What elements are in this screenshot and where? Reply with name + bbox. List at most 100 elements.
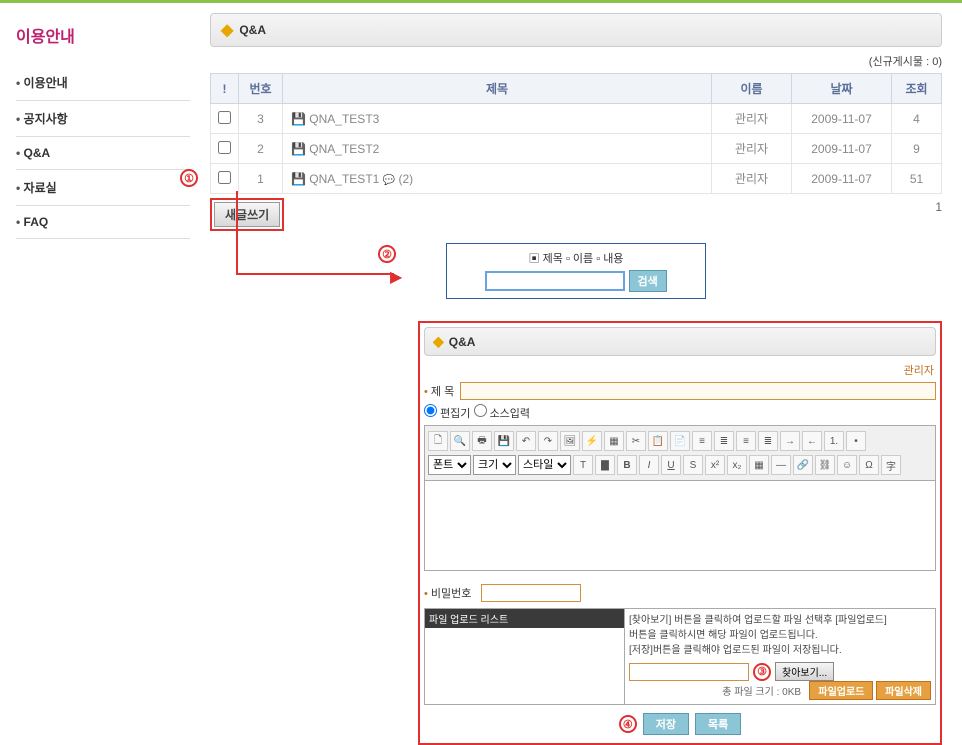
sidebar-item-faq[interactable]: FAQ (16, 206, 190, 239)
tb-outdent-icon[interactable]: ← (802, 431, 822, 451)
tb-sup-icon[interactable]: x² (705, 455, 725, 475)
sidebar-item-qna[interactable]: Q&A (16, 137, 190, 170)
search-opt-name: ▫ 이름 (566, 253, 593, 265)
tb-align-justify-icon[interactable]: ≣ (758, 431, 778, 451)
password-label: 비밀번호 (424, 585, 471, 601)
row-title-link[interactable]: QNA_TEST3 (309, 112, 379, 126)
table-row: 2 💾 QNA_TEST2 관리자 2009-11-07 9 (211, 134, 942, 164)
tb-ul-icon[interactable]: • (846, 431, 866, 451)
file-delete-button[interactable]: 파일삭제 (876, 681, 931, 700)
col-check: ! (211, 74, 239, 104)
row-date: 2009-11-07 (792, 164, 892, 194)
sidebar-item-notice[interactable]: 공지사항 (16, 101, 190, 137)
tb-copy-icon[interactable]: 📋 (648, 431, 668, 451)
tb-flash-icon[interactable]: ⚡ (582, 431, 602, 451)
tb-preview-icon[interactable]: 🔍 (450, 431, 470, 451)
sidebar-item-guide[interactable]: 이용안내 (16, 65, 190, 101)
list-button[interactable]: 목록 (695, 713, 741, 735)
author-label: 관리자 (424, 362, 936, 378)
file-path-input[interactable] (629, 663, 749, 681)
style-select[interactable]: 스타일 (518, 455, 571, 475)
col-title: 제목 (283, 74, 712, 104)
upload-file-list[interactable] (425, 628, 623, 680)
row-date: 2009-11-07 (792, 104, 892, 134)
tb-sub-icon[interactable]: x₂ (727, 455, 747, 475)
tb-ol-icon[interactable]: 1. (824, 431, 844, 451)
tb-unlink-icon[interactable]: ⛓ (815, 455, 835, 475)
arrow-line (236, 273, 394, 275)
write-post-button[interactable]: 새글쓰기 (214, 202, 280, 227)
tb-undo-icon[interactable]: ↶ (516, 431, 536, 451)
upload-help-text: [찾아보기] 버튼을 클릭하여 업로드할 파일 선택후 [파일업로드] 버튼을 … (629, 613, 931, 658)
main-content: ◆ Q&A (신규게시물 : 0) ! 번호 제목 이름 날짜 조회 3 💾 (190, 13, 962, 745)
comment-count: (2) (398, 172, 413, 186)
row-no: 2 (239, 134, 283, 164)
search-input[interactable] (485, 271, 625, 291)
radio-source[interactable]: 소스입력 (474, 408, 531, 420)
tb-char-icon[interactable]: 字 (881, 455, 901, 475)
tb-indent-icon[interactable]: → (780, 431, 800, 451)
search-panel: ▣ 제목 ▫ 이름 ▫ 내용 검색 (446, 243, 706, 299)
tb-print-icon[interactable]: 🖶 (472, 431, 492, 451)
row-no: 3 (239, 104, 283, 134)
row-name: 관리자 (712, 164, 792, 194)
tb-special-icon[interactable]: Ω (859, 455, 879, 475)
upload-list-header: 파일 업로드 리스트 (425, 609, 624, 628)
write-button-highlight: 새글쓰기 (210, 198, 284, 231)
tb-align-right-icon[interactable]: ≡ (736, 431, 756, 451)
post-table: ! 번호 제목 이름 날짜 조회 3 💾 QNA_TEST3 관리자 2009-… (210, 73, 942, 194)
step-3-marker: ③ (753, 663, 771, 681)
radio-editor[interactable]: 편집기 (424, 408, 470, 420)
book-icon: ◆ (221, 20, 233, 40)
tb-bold-icon[interactable]: B (617, 455, 637, 475)
tb-emoji-icon[interactable]: ☺ (837, 455, 857, 475)
font-select[interactable]: 폰트 (428, 455, 471, 475)
row-checkbox[interactable] (218, 111, 231, 124)
file-icon: 💾 (291, 112, 306, 126)
tb-strike-icon[interactable]: S (683, 455, 703, 475)
tb-textcolor-icon[interactable]: T (573, 455, 593, 475)
content-textarea[interactable] (424, 481, 936, 571)
row-checkbox[interactable] (218, 171, 231, 184)
tb-hr-icon[interactable]: — (771, 455, 791, 475)
tb-save-icon[interactable]: 💾 (494, 431, 514, 451)
row-checkbox[interactable] (218, 141, 231, 154)
step-2-marker: ② (378, 245, 396, 263)
tb-image-icon[interactable]: 🖼 (560, 431, 580, 451)
tb-paste-icon[interactable]: 📄 (670, 431, 690, 451)
sidebar-title: 이용안내 (16, 23, 190, 47)
tb-align-center-icon[interactable]: ≣ (714, 431, 734, 451)
row-name: 관리자 (712, 104, 792, 134)
file-upload-button[interactable]: 파일업로드 (809, 681, 873, 700)
table-row: 3 💾 QNA_TEST3 관리자 2009-11-07 4 (211, 104, 942, 134)
search-button[interactable]: 검색 (629, 270, 667, 292)
page-number: 1 (935, 200, 942, 214)
save-button[interactable]: 저장 (643, 713, 689, 735)
tb-underline-icon[interactable]: U (661, 455, 681, 475)
book-icon: ◆ (433, 333, 444, 350)
browse-button[interactable]: 찾아보기... (775, 662, 834, 681)
row-views: 51 (892, 164, 942, 194)
sidebar-item-data[interactable]: 자료실 (16, 170, 190, 206)
tb-cut-icon[interactable]: ✂ (626, 431, 646, 451)
size-select[interactable]: 크기 (473, 455, 516, 475)
tb-align-left-icon[interactable]: ≡ (692, 431, 712, 451)
file-icon: 💾 (291, 142, 306, 156)
row-title-link[interactable]: QNA_TEST2 (309, 142, 379, 156)
tb-bgcolor-icon[interactable]: ▇ (595, 455, 615, 475)
tb-italic-icon[interactable]: I (639, 455, 659, 475)
col-views: 조회 (892, 74, 942, 104)
row-date: 2009-11-07 (792, 134, 892, 164)
col-date: 날짜 (792, 74, 892, 104)
tb-table-icon[interactable]: ▦ (749, 455, 769, 475)
tb-media-icon[interactable]: ▦ (604, 431, 624, 451)
tb-redo-icon[interactable]: ↷ (538, 431, 558, 451)
title-label: 제 목 (424, 383, 454, 399)
tb-link-icon[interactable]: 🔗 (793, 455, 813, 475)
col-name: 이름 (712, 74, 792, 104)
password-input[interactable] (481, 584, 581, 602)
title-input[interactable] (460, 382, 936, 400)
row-title-link[interactable]: QNA_TEST1 (309, 172, 379, 186)
tb-new-icon[interactable]: 🗋 (428, 431, 448, 451)
row-views: 4 (892, 104, 942, 134)
